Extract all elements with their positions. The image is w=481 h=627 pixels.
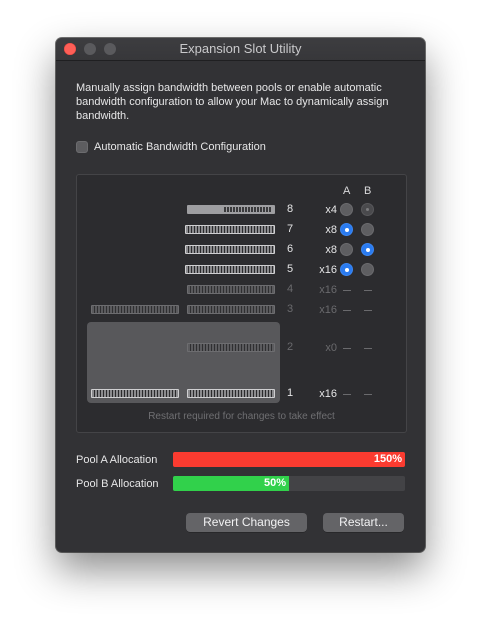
slot-5-width: x16 [319, 264, 337, 276]
slot-8-width: x4 [325, 204, 337, 216]
slots-panel: A B 8 x4 7 x8 6 x8 5 x16 4 x16 3 x16 2 x… [76, 174, 407, 433]
description-text: Manually assign bandwidth between pools … [76, 82, 389, 122]
restart-note: Restart required for changes to take eff… [148, 411, 335, 422]
auto-config-label[interactable]: Automatic Bandwidth Configuration [94, 141, 266, 153]
slot-3-connector [187, 305, 275, 314]
pool-b-bar: 50% [173, 476, 405, 491]
pool-b-value: 50% [263, 477, 286, 489]
slot-5-pool-b-radio[interactable] [361, 263, 374, 276]
slot-4-connector [187, 285, 275, 294]
slot-1-connector [187, 389, 275, 398]
slot-4-number: 4 [287, 283, 294, 295]
expansion-slot-utility-window: Expansion Slot Utility Manually assign b… [56, 38, 425, 552]
slot-2-number: 2 [287, 341, 294, 353]
slot-7-pool-a-radio[interactable] [340, 223, 353, 236]
slot-3-number: 3 [287, 303, 294, 315]
slot-6-width: x8 [325, 244, 337, 256]
slot-6-card [185, 245, 275, 254]
slot-8-card [187, 205, 275, 214]
pool-a-bar: 150% [173, 452, 405, 467]
auto-config-row[interactable]: Automatic Bandwidth Configuration [76, 141, 266, 153]
slot-4-pool-a-dash [343, 290, 351, 291]
revert-changes-button[interactable]: Revert Changes [186, 513, 307, 532]
slot-6-number: 6 [287, 243, 294, 255]
auto-config-checkbox[interactable] [76, 141, 88, 153]
slot-4-width: x16 [319, 284, 337, 296]
slot-1-pool-b-dash [364, 394, 372, 395]
slot-2-width: x0 [325, 342, 337, 354]
slot-5-card [185, 265, 275, 274]
slot-1-width: x16 [319, 388, 337, 400]
pool-a-fill [173, 452, 405, 467]
pool-a-value: 150% [373, 453, 402, 465]
slot-4-pool-b-dash [364, 290, 372, 291]
slot-2-pool-a-dash [343, 348, 351, 349]
slot-6-pool-b-radio[interactable] [361, 243, 374, 256]
slot-1-left-connector [91, 389, 179, 398]
slot-1-pool-a-dash [343, 394, 351, 395]
restart-button[interactable]: Restart... [323, 513, 404, 532]
slot-7-width: x8 [325, 224, 337, 236]
window-title: Expansion Slot Utility [179, 41, 302, 56]
slot-2-pool-b-dash [364, 348, 372, 349]
slot-6-pool-a-radio[interactable] [340, 243, 353, 256]
pool-a-label: Pool A Allocation [76, 454, 158, 466]
slot-5-pool-a-radio[interactable] [340, 263, 353, 276]
title-bar: Expansion Slot Utility [56, 38, 425, 61]
slot-8-pool-b-radio [361, 203, 374, 216]
slot-7-pool-b-radio[interactable] [361, 223, 374, 236]
pool-b-label: Pool B Allocation [76, 478, 159, 490]
slot-3-width: x16 [319, 304, 337, 316]
column-b-header: B [364, 185, 372, 197]
column-a-header: A [343, 185, 351, 197]
slot-7-card [185, 225, 275, 234]
slot-1-number: 1 [287, 387, 294, 399]
slot-8-number: 8 [287, 203, 294, 215]
slot-3-pool-a-dash [343, 310, 351, 311]
slot-3-left-connector [91, 305, 179, 314]
slot-7-number: 7 [287, 223, 294, 235]
slot-2-connector [187, 343, 275, 352]
slot-3-pool-b-dash [364, 310, 372, 311]
slot-5-number: 5 [287, 263, 294, 275]
slot-8-pool-a-radio[interactable] [340, 203, 353, 216]
